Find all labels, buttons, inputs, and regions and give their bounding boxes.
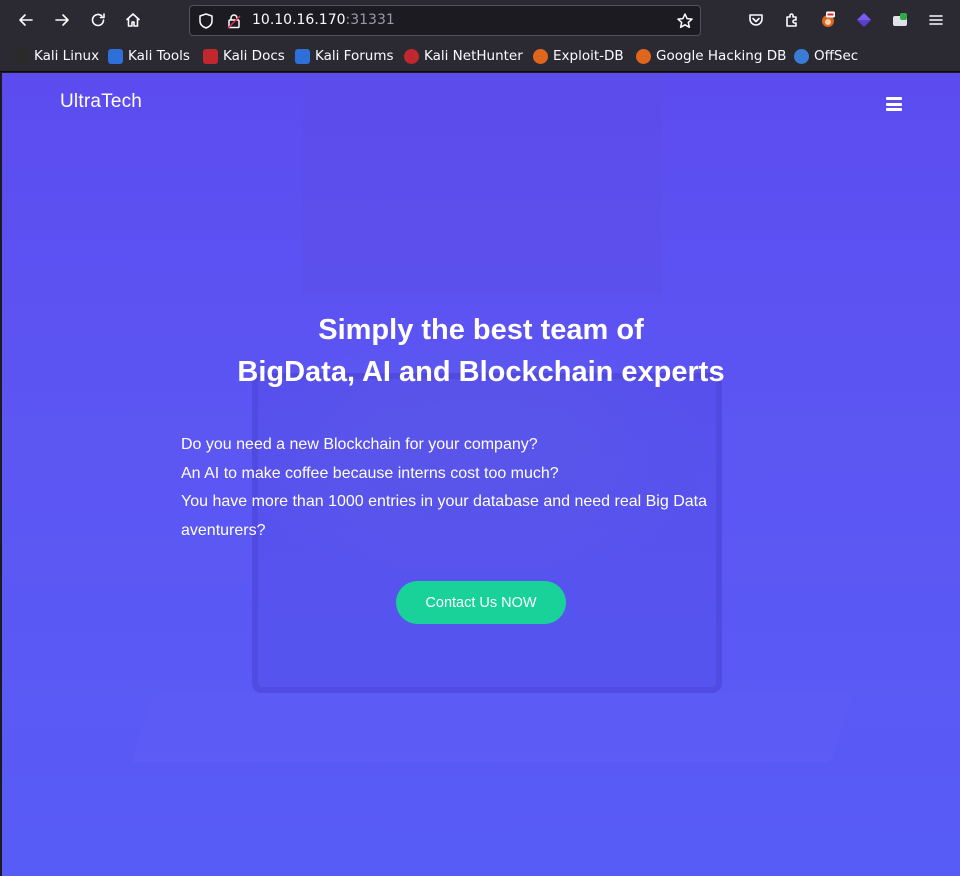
bookmark-kali-docs[interactable]: Kali Docs [203,46,285,66]
headline-line-2: BigData, AI and Blockchain experts [237,356,725,388]
offsec-icon [794,48,809,64]
intro-line: Do you need a new Blockchain for your co… [181,436,538,453]
menu-bar [886,102,902,106]
url-port: :31331 [345,12,395,28]
url-bar[interactable]: 10.10.16.170:31331 [189,5,701,36]
hero-headline: Simply the best team of BigData, AI and … [2,309,960,393]
bookmark-google-hacking-db[interactable]: Google Hacking DB [636,46,786,66]
bookmark-label: Kali Docs [223,48,285,64]
headline-line-1: Simply the best team of [318,314,644,346]
browser-toolbar: 10.10.16.170:31331 [0,0,960,40]
bookmark-label: Kali Tools [128,48,190,64]
forward-arrow-icon[interactable] [48,6,76,34]
site-brand[interactable]: UltraTech [60,91,142,113]
intro-line: You have more than 1000 entries in your … [181,493,707,539]
bookmark-label: Kali Linux [34,48,100,64]
site-menu-icon[interactable] [886,97,902,111]
exploit-db-icon [533,48,548,64]
bookmarks-bar: Kali Linux Kali Tools Kali Docs Kali For… [0,40,960,72]
lock-icon[interactable] [225,12,243,30]
kali-dragon-icon [14,48,29,64]
extensions-icon[interactable] [778,6,806,34]
hamburger-menu-icon[interactable] [922,6,950,34]
bookmark-kali-nethunter[interactable]: Kali NetHunter [404,46,523,66]
hero-intro: Do you need a new Blockchain for your co… [181,431,741,545]
bookmark-kali-forums[interactable]: Kali Forums [295,46,394,66]
bookmark-offsec[interactable]: OffSec [794,46,858,66]
url-host: 10.10.16.170 [252,12,346,28]
page-content: UltraTech Simply the best team of BigDat… [2,73,960,876]
reload-icon[interactable] [84,6,112,34]
contact-us-button[interactable]: Contact Us NOW [396,581,566,624]
menu-bar [886,108,902,111]
extension-green-icon[interactable] [886,6,914,34]
extension-purple-icon[interactable] [850,6,878,34]
kali-docs-icon [203,48,218,64]
url-text[interactable]: 10.10.16.170:31331 [252,12,395,28]
foxyproxy-icon[interactable] [814,6,842,34]
background-laptop-base [130,693,854,763]
shield-icon[interactable] [197,12,215,30]
pocket-icon[interactable] [742,6,770,34]
ghdb-icon [636,48,651,64]
background-shelf [302,73,662,293]
kali-tools-icon [108,48,123,64]
bookmark-label: Google Hacking DB [656,48,787,64]
kali-forums-icon [295,48,310,64]
bookmark-exploit-db[interactable]: Exploit-DB [533,46,624,66]
menu-bar [886,97,902,100]
bookmark-kali-linux[interactable]: Kali Linux [14,46,99,66]
bookmark-label: Kali Forums [315,48,394,64]
kali-nethunter-icon [404,48,419,64]
intro-line: An AI to make coffee because interns cos… [181,464,559,482]
home-icon[interactable] [119,6,147,34]
back-arrow-icon[interactable] [12,6,40,34]
bookmark-label: OffSec [814,48,859,64]
bookmark-label: Kali NetHunter [424,48,523,64]
bookmark-kali-tools[interactable]: Kali Tools [108,46,190,66]
bookmark-label: Exploit-DB [553,48,624,64]
star-icon[interactable] [676,12,694,30]
